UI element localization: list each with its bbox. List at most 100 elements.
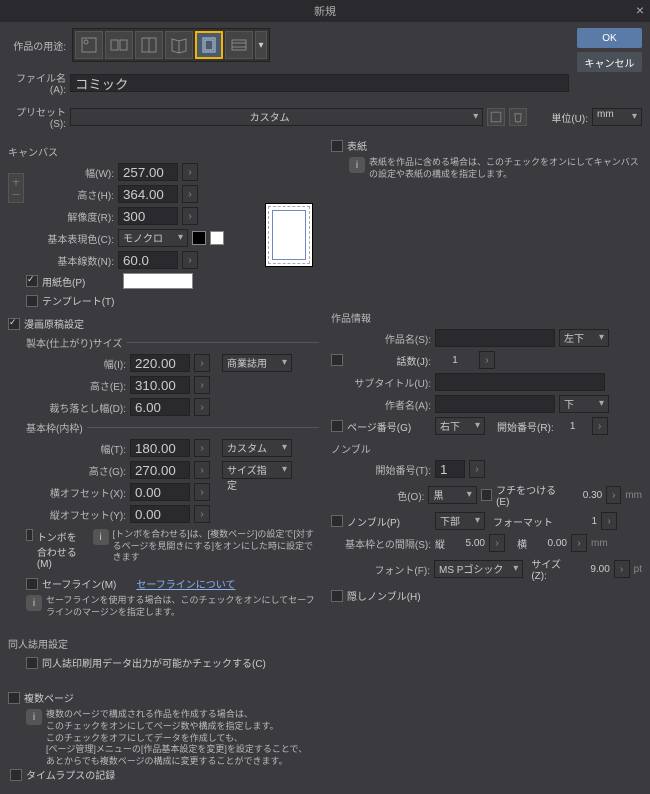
swatch-black[interactable] — [192, 231, 206, 245]
canvas-res-spin[interactable]: › — [182, 207, 198, 225]
canvas-res-input[interactable] — [118, 207, 178, 225]
hidden-nombre-checkbox[interactable] — [331, 590, 343, 602]
canvas-lines-input[interactable] — [118, 251, 178, 269]
canvas-width-spin[interactable]: › — [182, 163, 198, 181]
ok-button[interactable]: OK — [577, 28, 642, 48]
orientation-swap-icon[interactable] — [8, 173, 24, 203]
unit-dropdown[interactable]: mm — [592, 108, 642, 126]
episode-spin[interactable]: › — [479, 351, 495, 369]
gap-v-value: 5.00 — [449, 538, 485, 549]
nombre-start-input[interactable] — [435, 460, 465, 478]
swatch-white[interactable] — [210, 231, 224, 245]
nombre-color-dropdown[interactable]: 黒 — [428, 486, 476, 504]
usage-multi-icon[interactable] — [105, 31, 133, 59]
doujin-check-checkbox[interactable] — [26, 657, 38, 669]
hidden-nombre-label: 隠しノンブル(H) — [347, 588, 421, 603]
bleed-label: 裁ち落とし幅(D): — [26, 400, 126, 415]
usage-anim-icon[interactable] — [225, 31, 253, 59]
nombre-color-label: 色(O): — [331, 488, 424, 503]
paper-color-swatch[interactable] — [123, 273, 193, 289]
cancel-button[interactable]: キャンセル — [577, 52, 642, 72]
cover-checkbox[interactable] — [331, 140, 343, 152]
frame-w-input[interactable] — [130, 439, 190, 457]
bind-h-spin[interactable]: › — [194, 376, 210, 394]
frame-preset-dropdown[interactable]: カスタム — [222, 439, 292, 457]
font-dropdown[interactable]: MS Pゴシック — [434, 560, 523, 578]
usage-split-icon[interactable] — [135, 31, 163, 59]
subtitle-input[interactable] — [435, 373, 605, 391]
frame-ox-spin[interactable]: › — [194, 483, 210, 501]
gap-v-spin[interactable]: › — [489, 534, 505, 552]
bind-size-title: 製本(仕上がり)サイズ — [26, 335, 319, 350]
author-label: 作者名(A): — [331, 397, 431, 412]
workname-input[interactable] — [435, 329, 555, 347]
pagenum-label: ページ番号(G) — [347, 419, 431, 434]
nombre-title: ノンブル — [331, 441, 642, 456]
bind-w-spin[interactable]: › — [194, 354, 210, 372]
pt-unit: pt — [634, 564, 642, 575]
canvas-height-spin[interactable]: › — [182, 185, 198, 203]
startnum-spin[interactable]: › — [592, 417, 608, 435]
usage-label: 作品の用途: — [8, 38, 66, 53]
info-icon: i — [93, 529, 109, 545]
safeline-help: セーフラインを使用する場合は、このチェックをオンにしてセーフラインのマージンを指… — [46, 595, 319, 618]
preset-delete-icon[interactable] — [509, 108, 527, 126]
frame-ox-input[interactable] — [130, 483, 190, 501]
timelapse-checkbox[interactable] — [10, 769, 22, 781]
workname-pos-dropdown[interactable]: 左下 — [559, 329, 609, 347]
template-checkbox[interactable] — [26, 295, 38, 307]
size-spec-dropdown[interactable]: サイズ指定 — [222, 461, 292, 479]
paper-color-checkbox[interactable] — [26, 275, 38, 287]
safeline-checkbox[interactable] — [26, 578, 38, 590]
multipage-checkbox[interactable] — [8, 692, 20, 704]
gap-h-value: 0.00 — [531, 538, 567, 549]
frame-h-input[interactable] — [130, 461, 190, 479]
usage-illust-icon[interactable] — [75, 31, 103, 59]
edge-checkbox[interactable] — [481, 489, 492, 501]
frame-oy-spin[interactable]: › — [194, 505, 210, 523]
mm-unit: mm — [625, 490, 642, 501]
bleed-spin[interactable]: › — [194, 398, 210, 416]
author-pos-dropdown[interactable]: 下 — [559, 395, 609, 413]
preset-save-icon[interactable] — [487, 108, 505, 126]
usage-book-icon[interactable] — [165, 31, 193, 59]
pagenum-checkbox[interactable] — [331, 420, 343, 432]
tombo-label: トンボを合わせる(M) — [37, 529, 83, 570]
frame-title: 基本枠(内枠) — [26, 420, 319, 435]
canvas-height-input[interactable] — [118, 185, 178, 203]
episode-checkbox[interactable] — [331, 354, 343, 366]
frame-w-spin[interactable]: › — [194, 439, 210, 457]
nombre-start-label: 開始番号(T): — [331, 462, 431, 477]
bind-h-input[interactable] — [130, 376, 190, 394]
pagenum-pos-dropdown[interactable]: 右下 — [435, 417, 485, 435]
format-spin[interactable]: › — [601, 512, 617, 530]
frame-oy-input[interactable] — [130, 505, 190, 523]
bind-w-input[interactable] — [130, 354, 190, 372]
author-input[interactable] — [435, 395, 555, 413]
subtitle-label: サブタイトル(U): — [331, 375, 431, 390]
nombre-start-spin[interactable]: › — [469, 460, 485, 478]
gap-h-spin[interactable]: › — [571, 534, 587, 552]
usage-dropdown-icon[interactable]: ▾ — [255, 31, 267, 59]
canvas-color-dropdown[interactable]: モノクロ — [118, 229, 188, 247]
preset-dropdown[interactable]: カスタム — [70, 108, 483, 126]
safeline-link[interactable]: セーフラインについて — [136, 576, 235, 591]
nombre-checkbox[interactable] — [331, 515, 343, 527]
doujin-title: 同人誌用設定 — [8, 636, 642, 651]
bind-preset-dropdown[interactable]: 商業誌用 — [222, 354, 292, 372]
manga-checkbox[interactable] — [8, 318, 20, 330]
size-spin[interactable]: › — [614, 560, 630, 578]
nombre-pos-dropdown[interactable]: 下部 — [435, 512, 485, 530]
edge-spin[interactable]: › — [606, 486, 621, 504]
nombre-label: ノンブル(P) — [347, 514, 431, 529]
bleed-input[interactable] — [130, 398, 190, 416]
canvas-lines-spin[interactable]: › — [182, 251, 198, 269]
usage-comic-icon[interactable] — [195, 31, 223, 59]
frame-h-spin[interactable]: › — [194, 461, 210, 479]
canvas-width-input[interactable] — [118, 163, 178, 181]
info-icon: i — [26, 709, 42, 725]
filename-input[interactable] — [70, 74, 569, 92]
close-icon[interactable]: × — [636, 2, 644, 18]
edge-label: フチをつける(E) — [496, 482, 565, 508]
tombo-checkbox[interactable] — [26, 529, 33, 541]
